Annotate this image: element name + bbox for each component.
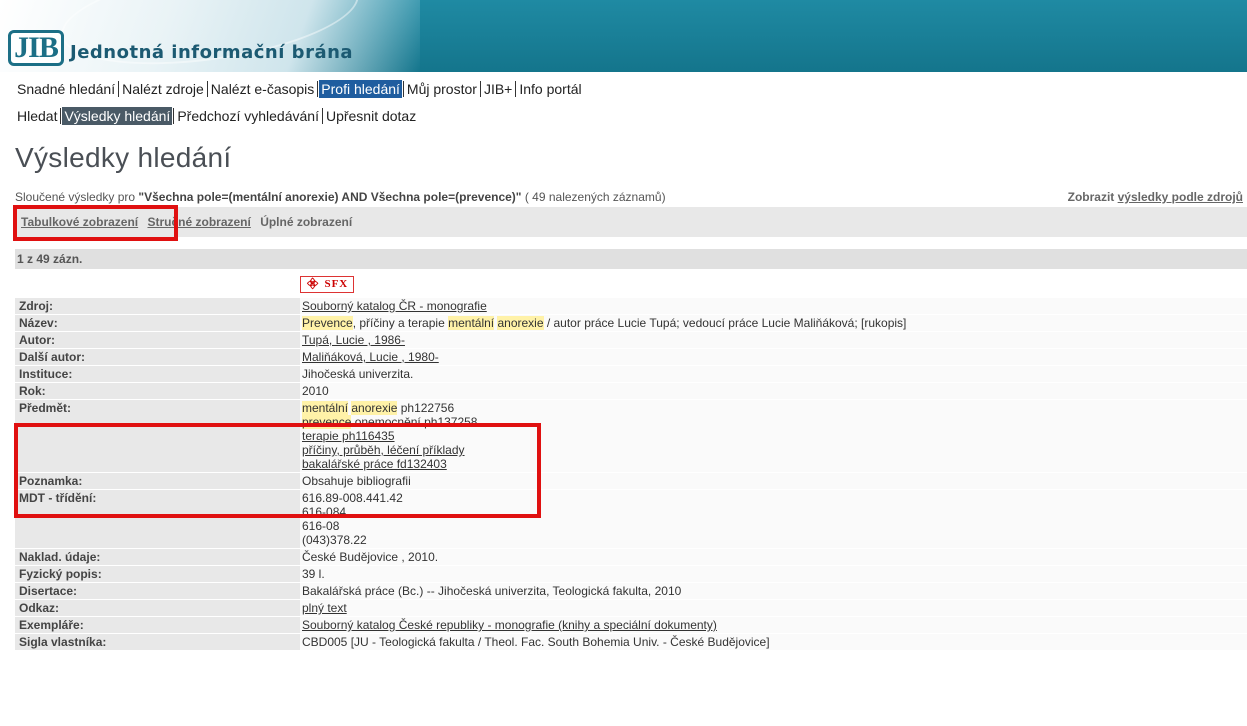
nav-nalezt-ecasopis[interactable]: Nalézt e-časopis	[209, 80, 317, 98]
field-label: Exempláře:	[15, 617, 300, 633]
annotation-box-subject	[14, 423, 541, 518]
table-row: Fyzický popis: 39 l.	[15, 566, 1247, 583]
nav-separator	[402, 81, 404, 97]
nav-separator	[118, 81, 120, 97]
subnav-vysledky-hledani[interactable]: Výsledky hledání	[62, 107, 173, 125]
field-label: Fyzický popis:	[15, 566, 300, 582]
fulltext-link[interactable]: plný text	[302, 601, 347, 615]
subject-code: ph122756	[397, 401, 455, 415]
title-text: , příčiny a terapie	[352, 316, 449, 330]
field-value: Maliňáková, Lucie , 1980-	[300, 349, 1247, 365]
table-row: Disertace: Bakalářská práce (Bc.) -- Jiho…	[15, 583, 1247, 600]
results-summary: Sloučené výsledky pro "Všechna pole=(men…	[15, 190, 1247, 204]
field-value: České Budějovice , 2010.	[300, 549, 1247, 565]
results-by-source: Zobrazit výsledky podle zdrojů	[1068, 190, 1243, 204]
sub-nav: Hledat Výsledky hledání Předchozí vyhledáv…	[15, 107, 418, 125]
nav-info-portal[interactable]: Info portál	[517, 80, 583, 98]
field-label: Rok:	[15, 383, 300, 399]
field-value: 2010	[300, 383, 1247, 399]
field-label: Název:	[15, 315, 300, 331]
coauthor-link[interactable]: Maliňáková, Lucie , 1980-	[302, 350, 439, 364]
table-row: Autor: Tupá, Lucie , 1986-	[15, 332, 1247, 349]
field-label: Instituce:	[15, 366, 300, 382]
field-value: CBD005 [JU - Teologická fakulta / Theol.…	[300, 634, 1247, 650]
field-value: Jihočeská univerzita.	[300, 366, 1247, 382]
author-link[interactable]: Tupá, Lucie , 1986-	[302, 333, 405, 347]
nav-jib-plus[interactable]: JIB+	[482, 80, 514, 98]
field-label: Autor:	[15, 332, 300, 348]
title-text: / autor práce Lucie Tupá; vedoucí práce …	[543, 316, 907, 330]
field-value: Prevence, příčiny a terapie mentální ano…	[300, 315, 1247, 331]
summary-query: "Všechna pole=(mentální anorexie) AND Vš…	[138, 190, 522, 204]
field-value: Souborný katalog ČR - monografie	[300, 298, 1247, 314]
nav-separator	[60, 108, 62, 124]
field-label: Zdroj:	[15, 298, 300, 314]
table-row: Sigla vlastníka: CBD005 [JU - Teologická …	[15, 634, 1247, 651]
field-value: plný text	[300, 600, 1247, 616]
field-label: Odkaz:	[15, 600, 300, 616]
results-by-source-link[interactable]: výsledky podle zdrojů	[1118, 190, 1243, 204]
highlight-term: Prevence	[302, 316, 353, 330]
subject-item[interactable]: mentální anorexie ph122756	[302, 401, 1245, 415]
table-row: Odkaz: plný text	[15, 600, 1247, 617]
results-by-source-label: Zobrazit	[1067, 190, 1115, 204]
mdt-code: (043)378.22	[302, 533, 367, 547]
table-row: Další autor: Maliňáková, Lucie , 1980-	[15, 349, 1247, 366]
annotation-box-view	[13, 205, 178, 241]
field-value: Bakalářská práce (Bc.) -- Jihočeská univ…	[300, 583, 1247, 599]
subnav-upresnit-dotaz[interactable]: Upřesnit dotaz	[324, 107, 418, 125]
source-link[interactable]: Souborný katalog ČR - monografie	[302, 299, 487, 313]
highlight-term: mentální	[448, 316, 495, 330]
field-value: Tupá, Lucie , 1986-	[300, 332, 1247, 348]
highlight-term: anorexie	[351, 401, 398, 415]
site-title: Jednotná informační brána	[70, 42, 354, 63]
sfx-button[interactable]: 💠︎ SFX	[300, 276, 354, 293]
view-full-label: Úplné zobrazení	[260, 215, 353, 229]
summary-count: ( 49 nalezených záznamů)	[524, 190, 666, 204]
record-count: 1 z 49 zázn.	[15, 249, 1247, 269]
table-row: Rok: 2010	[15, 383, 1247, 400]
sfx-icon: 💠︎	[305, 278, 321, 290]
mdt-code: 616-08	[302, 519, 340, 533]
field-label: Naklad. údaje:	[15, 549, 300, 565]
field-label: Další autor:	[15, 349, 300, 365]
page-title: Výsledky hledání	[15, 142, 232, 173]
table-row: Instituce: Jihočeská univerzita.	[15, 366, 1247, 383]
nav-muj-prostor[interactable]: Můj prostor	[405, 80, 479, 98]
sfx-label: SFX	[324, 278, 349, 290]
view-mode-bar: Tabulkové zobrazení Stručné zobrazení Úp…	[15, 207, 1247, 237]
highlight-term: anorexie	[497, 316, 544, 330]
subnav-predchozi-vyhledavani[interactable]: Předchozí vyhledávání	[175, 107, 321, 125]
nav-snadne-hledani[interactable]: Snadné hledání	[15, 80, 117, 98]
header-banner: JIB Jednotná informační brána	[0, 0, 1247, 72]
main-nav: Snadné hledání Nalézt zdroje Nalézt e-časo…	[15, 80, 584, 98]
highlight-term: mentální	[302, 401, 349, 415]
holdings-link[interactable]: Souborný katalog České republiky - monog…	[302, 618, 717, 632]
nav-separator	[321, 108, 323, 124]
nav-separator	[173, 108, 175, 124]
field-label: Sigla vlastníka:	[15, 634, 300, 650]
table-row: Naklad. údaje: České Budějovice , 2010.	[15, 549, 1247, 566]
nav-nalezt-zdroje[interactable]: Nalézt zdroje	[120, 80, 206, 98]
nav-profi-hledani[interactable]: Profi hledání	[319, 80, 402, 98]
field-value: Souborný katalog České republiky - monog…	[300, 617, 1247, 633]
nav-separator	[206, 81, 208, 97]
nav-separator	[515, 81, 517, 97]
table-row: Exempláře: Souborný katalog České republi…	[15, 617, 1247, 634]
field-label: Disertace:	[15, 583, 300, 599]
table-row: Zdroj: Souborný katalog ČR - monografie	[15, 298, 1247, 315]
subnav-hledat[interactable]: Hledat	[15, 107, 59, 125]
jib-logo[interactable]: JIB	[8, 30, 64, 66]
nav-separator	[317, 81, 319, 97]
nav-separator	[479, 81, 481, 97]
summary-prefix: Sloučené výsledky pro	[15, 190, 136, 204]
field-value: 39 l.	[300, 566, 1247, 582]
table-row: Název: Prevence, příčiny a terapie mentál…	[15, 315, 1247, 332]
